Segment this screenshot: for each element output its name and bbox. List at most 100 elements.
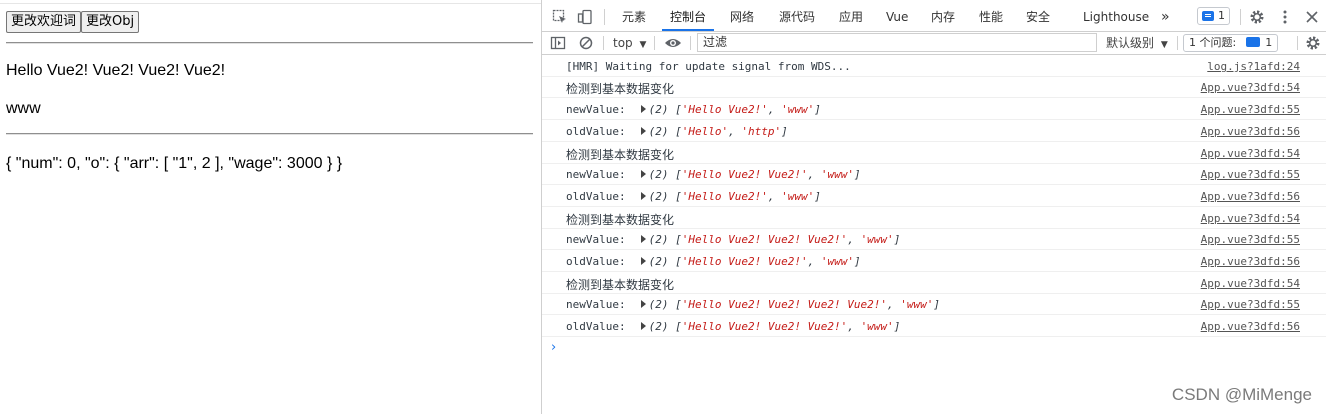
sidebar-toggle-icon[interactable] bbox=[550, 35, 566, 51]
console-message-row: 检测到基本数据变化 App.vue?3dfd:54 bbox=[542, 77, 1326, 98]
tab-memory[interactable]: 内存 bbox=[931, 3, 955, 31]
comma: , bbox=[807, 255, 821, 268]
log-key: newValue: bbox=[566, 298, 626, 311]
comma: , bbox=[847, 233, 861, 246]
console-log-entry: oldValue: (2) ['Hello Vue2! Vue2!', 'www'… bbox=[566, 255, 861, 268]
console-settings-gear-icon[interactable] bbox=[1305, 35, 1321, 51]
tab-elements[interactable]: 元素 bbox=[622, 3, 646, 31]
console-message-row[interactable]: newValue: (2) ['Hello Vue2! Vue2!', 'www'… bbox=[542, 164, 1326, 185]
source-link[interactable]: App.vue?3dfd:56 bbox=[1201, 190, 1300, 203]
bracket-open: [ bbox=[675, 168, 682, 181]
tab-network[interactable]: 网络 bbox=[730, 3, 754, 31]
array-value-1: 'www' bbox=[820, 255, 854, 268]
log-key: oldValue: bbox=[566, 125, 626, 138]
array-value-1: 'www' bbox=[860, 320, 894, 333]
bracket-open: [ bbox=[675, 233, 682, 246]
bracket-close: ] bbox=[853, 168, 861, 181]
change-obj-button[interactable]: 更改Obj bbox=[81, 11, 140, 33]
tab-lighthouse[interactable]: Lighthouse bbox=[1083, 3, 1149, 31]
expand-triangle-icon[interactable] bbox=[640, 192, 646, 200]
log-level-dropdown[interactable]: 默认级别 ▼ bbox=[1106, 32, 1168, 54]
comma: , bbox=[887, 298, 901, 311]
array-length: (2) bbox=[648, 320, 669, 333]
source-link[interactable]: App.vue?3dfd:55 bbox=[1201, 168, 1300, 181]
console-log-entry: newValue: (2) ['Hello Vue2! Vue2! Vue2! V… bbox=[566, 298, 940, 311]
source-link[interactable]: App.vue?3dfd:56 bbox=[1201, 320, 1300, 333]
context-selector[interactable]: top ▼ bbox=[613, 32, 646, 54]
greeting-text: Hello Vue2! Vue2! Vue2! Vue2! bbox=[6, 62, 226, 79]
toolbar-separator bbox=[654, 36, 655, 50]
comma: , bbox=[767, 190, 782, 203]
expand-triangle-icon[interactable] bbox=[640, 322, 646, 330]
device-toolbar-icon[interactable] bbox=[577, 9, 593, 25]
tab-console[interactable]: 控制台 bbox=[662, 3, 715, 31]
bracket-close: ] bbox=[893, 233, 901, 246]
tab-application[interactable]: 应用 bbox=[839, 3, 863, 31]
comma: , bbox=[847, 320, 861, 333]
toolbar-separator bbox=[1177, 36, 1178, 50]
array-value-0: 'Hello Vue2! Vue2! Vue2!' bbox=[681, 320, 848, 333]
console-message-row[interactable]: newValue: (2) ['Hello Vue2!', 'www'] App.v… bbox=[542, 99, 1326, 120]
source-link[interactable]: App.vue?3dfd:55 bbox=[1201, 298, 1300, 311]
expand-triangle-icon[interactable] bbox=[640, 127, 646, 135]
bracket-open: [ bbox=[675, 103, 682, 116]
bracket-close: ] bbox=[814, 103, 821, 116]
expand-triangle-icon[interactable] bbox=[640, 105, 646, 113]
toolbar-separator bbox=[690, 36, 691, 50]
console-message-row[interactable]: oldValue: (2) ['Hello Vue2!', 'www'] App.v… bbox=[542, 186, 1326, 207]
expand-triangle-icon[interactable] bbox=[640, 257, 646, 265]
change-greeting-button[interactable]: 更改欢迎词 bbox=[6, 11, 82, 33]
source-link[interactable]: App.vue?3dfd:56 bbox=[1201, 255, 1300, 268]
issues-counter[interactable]: 1 个问题: 1 bbox=[1183, 34, 1279, 52]
console-log-text: 检测到基本数据变化 bbox=[566, 278, 675, 292]
source-link[interactable]: App.vue?3dfd:55 bbox=[1201, 233, 1300, 246]
top-border bbox=[0, 3, 541, 4]
expand-triangle-icon[interactable] bbox=[640, 170, 646, 178]
console-message-row[interactable]: newValue: (2) ['Hello Vue2! Vue2! Vue2!',… bbox=[542, 229, 1326, 250]
tab-vue[interactable]: Vue bbox=[886, 3, 908, 31]
console-message-row[interactable]: oldValue: (2) ['Hello Vue2! Vue2! Vue2!',… bbox=[542, 316, 1326, 337]
issues-badge[interactable]: 1 bbox=[1197, 7, 1230, 25]
console-message-row[interactable]: newValue: (2) ['Hello Vue2! Vue2! Vue2! V… bbox=[542, 294, 1326, 315]
array-length: (2) bbox=[648, 103, 669, 116]
array-value-1: 'http' bbox=[741, 125, 782, 138]
console-log-text: 检测到基本数据变化 bbox=[566, 82, 675, 96]
gear-icon[interactable] bbox=[1249, 9, 1265, 25]
close-icon[interactable] bbox=[1304, 9, 1320, 25]
kebab-menu-icon[interactable] bbox=[1277, 9, 1293, 25]
console-message-row[interactable]: oldValue: (2) ['Hello Vue2! Vue2!', 'www'… bbox=[542, 251, 1326, 272]
console-message-row: [HMR] Waiting for update signal from WDS… bbox=[542, 56, 1326, 77]
tab-performance[interactable]: 性能 bbox=[979, 3, 1003, 31]
eye-icon[interactable] bbox=[664, 35, 681, 51]
array-value-1: 'www' bbox=[781, 103, 815, 116]
inspect-element-icon[interactable] bbox=[552, 9, 568, 25]
more-tabs-icon[interactable]: » bbox=[1161, 3, 1170, 31]
console-message-row[interactable]: oldValue: (2) ['Hello', 'http'] App.vue?3d… bbox=[542, 121, 1326, 142]
url-text: www bbox=[6, 100, 41, 117]
message-icon bbox=[1202, 11, 1214, 21]
bracket-open: [ bbox=[675, 320, 682, 333]
tab-security[interactable]: 安全 bbox=[1026, 3, 1050, 31]
expand-triangle-icon[interactable] bbox=[640, 300, 646, 308]
source-link[interactable]: App.vue?3dfd:56 bbox=[1201, 125, 1300, 138]
message-icon bbox=[1245, 37, 1260, 47]
log-key: oldValue: bbox=[566, 190, 626, 203]
filter-input[interactable]: 过滤 bbox=[697, 33, 1097, 52]
tab-sources[interactable]: 源代码 bbox=[779, 3, 815, 31]
source-link[interactable]: App.vue?3dfd:54 bbox=[1201, 277, 1300, 290]
array-value-1: 'www' bbox=[860, 233, 894, 246]
clear-console-icon[interactable] bbox=[578, 35, 594, 51]
source-link[interactable]: App.vue?3dfd:54 bbox=[1201, 147, 1300, 160]
tabbar-separator bbox=[1240, 9, 1241, 25]
source-link[interactable]: log.js?1afd:24 bbox=[1207, 60, 1300, 73]
console-prompt[interactable]: › bbox=[551, 340, 556, 355]
source-link[interactable]: App.vue?3dfd:54 bbox=[1201, 212, 1300, 225]
source-link[interactable]: App.vue?3dfd:55 bbox=[1201, 103, 1300, 116]
expand-triangle-icon[interactable] bbox=[640, 235, 646, 243]
console-message-row: 检测到基本数据变化 App.vue?3dfd:54 bbox=[542, 143, 1326, 164]
array-value-0: 'Hello' bbox=[681, 125, 729, 138]
source-link[interactable]: App.vue?3dfd:54 bbox=[1201, 81, 1300, 94]
array-value-1: 'www' bbox=[820, 168, 854, 181]
array-length: (2) bbox=[648, 233, 669, 246]
log-key: newValue: bbox=[566, 103, 626, 116]
